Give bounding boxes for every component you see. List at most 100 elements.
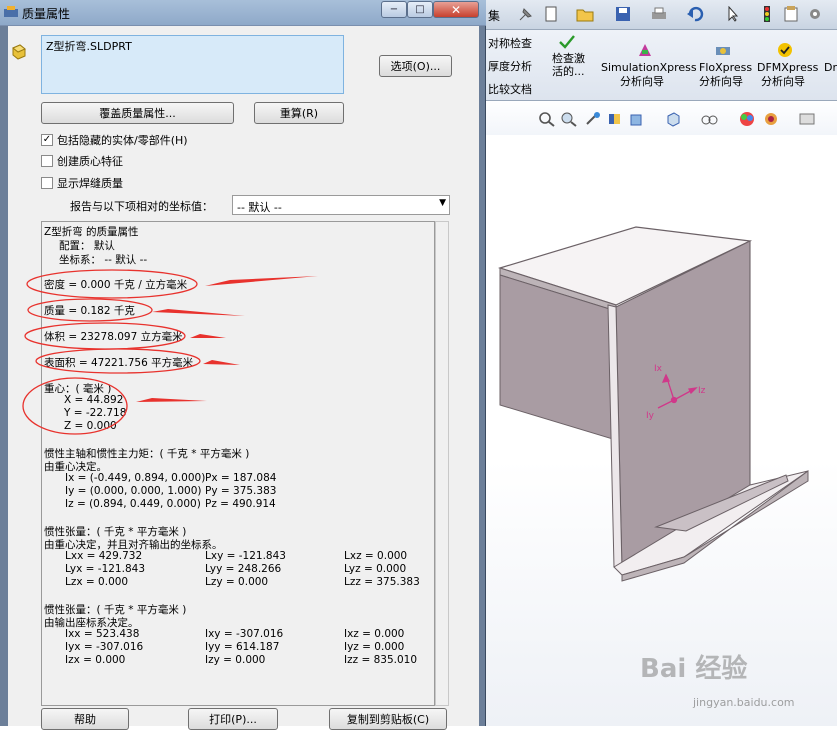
center-of-mass-marker	[670, 396, 678, 404]
graphics-area[interactable]: Ix Iy Iz	[486, 135, 837, 726]
solidworks-toolbar: 集	[486, 0, 837, 30]
traffic-light-icon[interactable]	[758, 6, 776, 22]
drivework-label[interactable]: Dr	[824, 61, 837, 74]
coordinate-system-label: 报告与以下项相对的坐标值：	[70, 200, 213, 213]
undo-icon[interactable]	[686, 6, 704, 22]
new-document-icon[interactable]	[542, 6, 560, 22]
dfmxpress-sublabel[interactable]: 分析向导	[761, 73, 805, 89]
tensor-cell: Izx = 0.000	[65, 654, 126, 666]
copy-to-clipboard-button[interactable]: 复制到剪贴板(C)	[329, 708, 447, 730]
results-header: Z型折弯 的质量属性	[44, 226, 139, 238]
edit-appearance-icon[interactable]	[738, 111, 756, 127]
tensor-cell: Lzy = 0.000	[205, 576, 269, 588]
save-icon[interactable]	[614, 6, 632, 22]
cog-y: Y = -22.718	[64, 407, 127, 419]
select-cursor-icon[interactable]	[724, 6, 742, 22]
close-button[interactable]: ✕	[433, 1, 479, 18]
dropdown-arrow-icon[interactable]: ▼	[439, 198, 446, 208]
principal-moment: Py = 375.383	[205, 485, 277, 497]
hide-show-items-icon[interactable]	[700, 111, 718, 127]
minimize-button[interactable]: −	[381, 1, 407, 18]
compare-documents-button[interactable]: 比较文档	[488, 81, 532, 97]
surface-area-value: 表面积 = 47221.756 平方毫米	[44, 357, 194, 369]
selected-file-name[interactable]: Z型折弯.SLDPRT	[46, 38, 132, 54]
z-bend-part-model[interactable]: Ix Iy Iz	[486, 135, 837, 726]
simulationxpress-sublabel[interactable]: 分析向导	[620, 73, 664, 89]
tensor-cell: Lyy = 248.266	[205, 563, 282, 575]
selected-items-list[interactable]: Z型折弯.SLDPRT	[41, 35, 344, 94]
results-config: 配置： 默认	[59, 240, 115, 252]
dfmxpress-icon[interactable]	[776, 42, 794, 58]
mass-properties-dialog: 质量属性 − □ ✕ Z型折弯.SLDPRT 选项(O)... 覆盖质量属性..…	[0, 0, 486, 730]
checkbox-label: 包括隐藏的实体/零部件(H)	[57, 134, 188, 147]
results-coordsys: 坐标系： -- 默认 --	[59, 254, 148, 266]
mass-value: 质量 = 0.182 千克	[44, 305, 135, 317]
axis-label-ix: Ix	[654, 364, 663, 374]
results-scrollbar[interactable]	[435, 221, 449, 706]
tensor-cell: Lzz = 375.383	[344, 576, 420, 588]
floxpress-sublabel[interactable]: 分析向导	[699, 73, 743, 89]
options-gear-icon[interactable]	[806, 6, 824, 22]
part-selection-icon	[12, 44, 26, 60]
solidworks-window: 集 对称检查 厚度分析 比较文档 检查激活的... SimulationXpre…	[486, 0, 837, 726]
check-active-document-button[interactable]: 检查激活的...	[552, 52, 594, 78]
print-icon[interactable]	[650, 6, 668, 22]
zoom-to-fit-icon[interactable]	[538, 111, 556, 127]
tensor-cell: Izz = 835.010	[344, 654, 418, 666]
pin-icon[interactable]	[516, 6, 534, 22]
file-properties-icon[interactable]	[782, 6, 800, 22]
tensor-cell: Ixy = -307.016	[205, 628, 284, 640]
tensor-cell: Lxy = -121.843	[205, 550, 286, 562]
check-active-icon[interactable]	[558, 34, 576, 50]
tensor-cell: Lyx = -121.843	[65, 563, 145, 575]
evaluate-ribbon: 对称检查 厚度分析 比较文档 检查激活的... SimulationXpress…	[486, 30, 837, 101]
thickness-analysis-button[interactable]: 厚度分析	[488, 58, 532, 74]
principal-axis: Iy = (0.000, 0.000, 1.000)	[65, 485, 202, 497]
previous-view-icon[interactable]	[584, 111, 602, 127]
baidu-watermark-logo: Bai 经验	[640, 654, 748, 684]
print-button[interactable]: 打印(P)...	[188, 708, 278, 730]
symmetry-check-button[interactable]: 对称检查	[488, 35, 532, 51]
axis-label-iy: Iy	[646, 411, 655, 421]
principal-moment: Px = 187.084	[205, 472, 277, 484]
axis-label-iz: Iz	[698, 386, 706, 396]
baidu-watermark-url: jingyan.baidu.com	[693, 696, 795, 709]
tensor-cell: Lxx = 429.732	[65, 550, 143, 562]
override-mass-properties-button[interactable]: 覆盖质量属性...	[41, 102, 234, 124]
section-view-icon[interactable]	[606, 111, 624, 127]
tensor-cell: Lyz = 0.000	[344, 563, 407, 575]
open-folder-icon[interactable]	[576, 6, 594, 22]
checkbox-box[interactable]: ✓	[41, 134, 53, 146]
results-panel[interactable]: Z型折弯 的质量属性 配置： 默认 坐标系： -- 默认 -- 密度 = 0.0…	[41, 221, 435, 706]
checkbox-box[interactable]	[41, 155, 53, 167]
checkbox-box[interactable]	[41, 177, 53, 189]
principal-axis: Iz = (0.894, 0.449, 0.000)	[65, 498, 201, 510]
include-hidden-checkbox[interactable]: ✓ 包括隐藏的实体/零部件(H)	[41, 133, 188, 147]
principal-moment: Pz = 490.914	[205, 498, 276, 510]
display-style-icon[interactable]	[664, 111, 682, 127]
zoom-area-icon[interactable]	[560, 111, 578, 127]
simulationxpress-icon[interactable]	[636, 42, 654, 58]
tensor-cell: Iyx = -307.016	[65, 641, 144, 653]
mass-properties-icon	[4, 6, 18, 17]
tensor-cell: Izy = 0.000	[205, 654, 266, 666]
view-orientation-icon[interactable]	[628, 111, 646, 127]
tensor-cell: Ixz = 0.000	[344, 628, 405, 640]
help-button[interactable]: 帮助	[41, 708, 129, 730]
view-settings-icon[interactable]	[798, 111, 816, 127]
maximize-button[interactable]: □	[407, 1, 433, 18]
tensor-cell: Iyy = 614.187	[205, 641, 280, 653]
cog-x: X = 44.892	[64, 394, 124, 406]
show-weld-mass-checkbox[interactable]: 显示焊缝质量	[41, 176, 123, 190]
apply-scene-icon[interactable]	[762, 111, 780, 127]
recalculate-button[interactable]: 重算(R)	[254, 102, 344, 124]
checkbox-label: 创建质心特征	[57, 155, 123, 168]
coordinate-system-select[interactable]: -- 默认 -- ▼	[232, 195, 450, 215]
floxpress-icon[interactable]	[714, 42, 732, 58]
tab-label[interactable]: 集	[488, 7, 500, 24]
dialog-title: 质量属性	[22, 7, 71, 21]
dialog-titlebar[interactable]: 质量属性 − □ ✕	[0, 0, 486, 26]
dialog-client: Z型折弯.SLDPRT 选项(O)... 覆盖质量属性... 重算(R) ✓ 包…	[8, 26, 479, 730]
create-center-of-mass-checkbox[interactable]: 创建质心特征	[41, 154, 123, 168]
options-button[interactable]: 选项(O)...	[379, 55, 452, 77]
